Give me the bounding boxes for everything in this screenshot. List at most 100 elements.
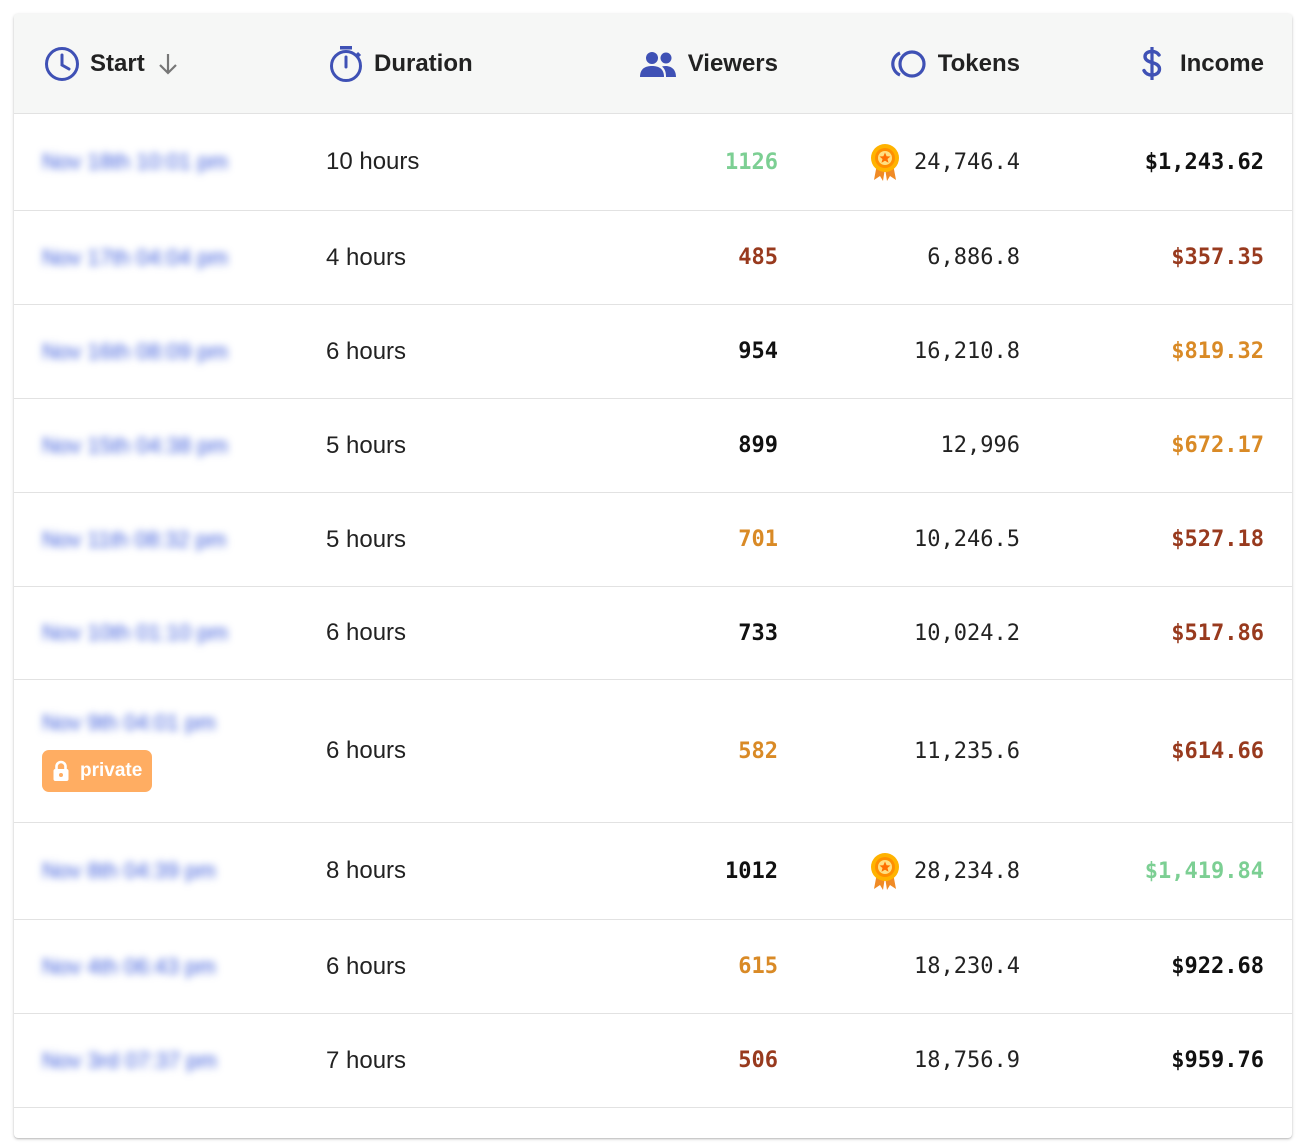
clock-icon — [44, 46, 80, 82]
start-date-link[interactable]: Nov 15th 04:38 pm — [42, 433, 228, 459]
tokens-cell: 16,210.8 — [914, 305, 1020, 398]
income-cell: $672.17 — [1171, 433, 1264, 458]
duration-cell: 5 hours — [326, 431, 407, 459]
duration-cell: 8 hours — [326, 857, 407, 884]
tokens-value: 10,246.5 — [914, 527, 1020, 552]
viewers-cell: 954 — [738, 339, 778, 364]
table-header: Start Duration Viewers Tokens Income — [14, 14, 1292, 114]
start-cell: Nov 3rd 07:37 pm — [42, 1014, 217, 1107]
private-badge: private — [42, 750, 153, 792]
private-badge-label: private — [80, 760, 143, 781]
tokens-value: 6,886.8 — [927, 245, 1020, 270]
table-row[interactable]: Nov 9th 04:01 pm private 6 hours 582 11,235.… — [14, 680, 1292, 823]
tokens-value: 18,230.4 — [914, 954, 1020, 979]
start-cell: Nov 10th 01:10 pm — [42, 587, 228, 679]
column-header-income[interactable]: Income — [1140, 14, 1264, 113]
column-header-tokens-label: Tokens — [937, 49, 1020, 77]
start-cell: Nov 11th 08:32 pm — [42, 493, 226, 586]
income-cell: $1,419.84 — [1144, 858, 1264, 884]
income-cell: $614.66 — [1171, 738, 1264, 764]
lock-icon — [52, 760, 70, 782]
medal-icon — [868, 142, 902, 182]
tokens-value: 10,024.2 — [914, 620, 1020, 646]
start-date-link[interactable]: Nov 11th 08:32 pm — [42, 527, 226, 553]
start-date-link[interactable]: Nov 4th 06:43 pm — [42, 954, 216, 980]
income-cell: $959.76 — [1171, 1048, 1264, 1073]
viewers-cell: 615 — [738, 954, 778, 979]
tokens-value: 16,210.8 — [914, 339, 1020, 364]
column-header-duration[interactable]: Duration — [328, 14, 473, 113]
start-date-link[interactable]: Nov 16th 08:09 pm — [42, 339, 228, 365]
duration-cell: 6 hours — [326, 619, 407, 646]
income-cell: $1,243.62 — [1144, 149, 1264, 175]
table-row[interactable]: Nov 15th 04:38 pm 5 hours 899 12,996 $672.17 — [14, 399, 1292, 493]
start-date-link[interactable]: Nov 18th 10:01 pm — [42, 149, 228, 175]
stopwatch-icon — [328, 45, 364, 83]
table-body: Nov 18th 10:01 pm 10 hours 1126 24,746.4 $1,… — [14, 114, 1292, 1108]
table-row[interactable]: Nov 11th 08:32 pm 5 hours 701 10,246.5 $527.… — [14, 493, 1292, 587]
duration-cell: 5 hours — [326, 525, 407, 553]
viewers-cell: 485 — [738, 245, 778, 270]
duration-cell: 6 hours — [326, 737, 407, 764]
table-row[interactable]: Nov 10th 01:10 pm 6 hours 733 10,024.2 $517.… — [14, 587, 1292, 680]
viewers-cell: 733 — [738, 620, 778, 646]
table-row[interactable]: Nov 4th 06:43 pm 6 hours 615 18,230.4 $922.6… — [14, 920, 1292, 1014]
medal-icon — [868, 851, 902, 891]
column-header-duration-label: Duration — [374, 49, 473, 77]
start-cell: Nov 4th 06:43 pm — [42, 920, 216, 1013]
duration-cell: 6 hours — [326, 337, 407, 365]
start-cell: Nov 15th 04:38 pm — [42, 399, 228, 492]
start-cell: Nov 17th 04:04 pm — [42, 211, 228, 304]
income-cell: $922.68 — [1171, 954, 1264, 979]
viewers-cell: 701 — [738, 527, 778, 552]
column-header-viewers-label: Viewers — [687, 49, 778, 77]
column-header-start-label: Start — [90, 49, 145, 77]
column-header-viewers[interactable]: Viewers — [638, 14, 778, 113]
income-cell: $517.86 — [1171, 620, 1264, 646]
arrow-down-icon[interactable] — [157, 52, 179, 76]
start-cell: Nov 16th 08:09 pm — [42, 305, 228, 398]
viewers-cell: 506 — [738, 1048, 778, 1073]
start-date-link[interactable]: Nov 9th 04:01 pm — [42, 710, 216, 736]
column-header-tokens[interactable]: Tokens — [888, 14, 1020, 113]
people-icon — [638, 50, 678, 78]
tokens-cell: 18,756.9 — [914, 1014, 1020, 1107]
duration-cell: 10 hours — [326, 148, 420, 175]
tokens-cell: 18,230.4 — [914, 920, 1020, 1013]
dollar-icon — [1140, 46, 1164, 82]
table-row[interactable]: Nov 8th 04:39 pm 8 hours 1012 28,234.8 $1,41… — [14, 823, 1292, 920]
duration-cell: 6 hours — [326, 952, 407, 980]
start-date-link[interactable]: Nov 3rd 07:37 pm — [42, 1048, 217, 1074]
tokens-cell: 28,234.8 — [868, 823, 1020, 919]
viewers-cell: 582 — [738, 738, 778, 764]
income-cell: $357.35 — [1171, 245, 1264, 270]
tokens-cell: 12,996 — [941, 399, 1020, 492]
start-date-link[interactable]: Nov 8th 04:39 pm — [42, 858, 216, 884]
start-cell: Nov 18th 10:01 pm — [42, 114, 228, 210]
viewers-cell: 1012 — [725, 858, 778, 884]
table-row[interactable]: Nov 3rd 07:37 pm 7 hours 506 18,756.9 $959.7… — [14, 1014, 1292, 1108]
start-cell: Nov 8th 04:39 pm — [42, 823, 216, 919]
start-cell: Nov 9th 04:01 pm private — [42, 680, 216, 822]
coins-icon — [888, 49, 928, 79]
tokens-value: 24,746.4 — [914, 149, 1020, 175]
tokens-cell: 24,746.4 — [868, 114, 1020, 210]
income-cell: $527.18 — [1171, 527, 1264, 552]
column-header-income-label: Income — [1179, 49, 1264, 77]
streams-table: Start Duration Viewers Tokens Income Nov… — [14, 14, 1292, 1138]
table-row[interactable]: Nov 18th 10:01 pm 10 hours 1126 24,746.4 $1,… — [14, 114, 1292, 211]
table-row[interactable]: Nov 17th 04:04 pm 4 hours 485 6,886.8 $357.3… — [14, 211, 1292, 305]
start-date-link[interactable]: Nov 17th 04:04 pm — [42, 245, 228, 271]
column-header-start[interactable]: Start — [44, 14, 179, 113]
income-cell: $819.32 — [1171, 339, 1264, 364]
table-row[interactable]: Nov 16th 08:09 pm 6 hours 954 16,210.8 $819.… — [14, 305, 1292, 399]
viewers-cell: 899 — [738, 433, 778, 458]
tokens-value: 28,234.8 — [914, 858, 1020, 884]
tokens-cell: 10,246.5 — [914, 493, 1020, 586]
tokens-cell: 10,024.2 — [914, 587, 1020, 679]
duration-cell: 7 hours — [326, 1046, 407, 1074]
tokens-value: 12,996 — [940, 433, 1020, 458]
start-date-link[interactable]: Nov 10th 01:10 pm — [42, 620, 228, 646]
duration-cell: 4 hours — [326, 243, 407, 271]
tokens-cell: 11,235.6 — [914, 680, 1020, 822]
